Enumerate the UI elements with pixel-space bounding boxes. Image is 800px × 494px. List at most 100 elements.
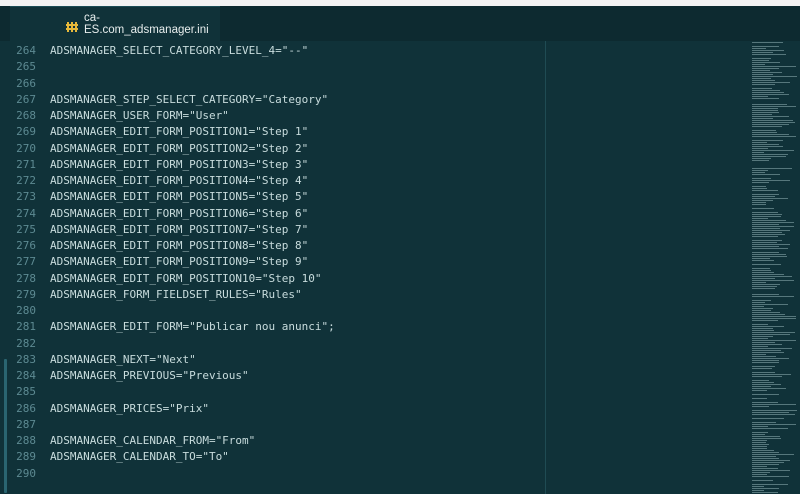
minimap-line (752, 468, 778, 469)
code-line[interactable]: ADSMANAGER_PREVIOUS="Previous" (50, 367, 249, 384)
minimap-line (752, 178, 771, 179)
minimap-line (752, 152, 764, 153)
minimap-line (752, 302, 765, 303)
code-line[interactable]: ADSMANAGER_SELECT_CATEGORY_LEVEL_4="--" (50, 42, 308, 59)
code-line[interactable]: ADSMANAGER_EDIT_FORM_POSITION2="Step 2" (50, 140, 308, 157)
minimap-line (752, 200, 773, 201)
line-number: 268 (16, 109, 36, 122)
minimap-line (752, 264, 781, 265)
minimap-line (752, 324, 768, 325)
code-text-area[interactable]: ADSMANAGER_SELECT_CATEGORY_LEVEL_4="--" A… (50, 41, 546, 494)
minimap[interactable] (752, 41, 800, 494)
minimap-line (752, 380, 769, 381)
minimap-line (752, 240, 782, 241)
minimap-line (752, 174, 780, 175)
code-line[interactable]: ADSMANAGER_FORM_FIELDSET_RULES="Rules" (50, 286, 302, 303)
minimap-line (752, 384, 781, 385)
minimap-line (752, 310, 771, 311)
minimap-line (752, 114, 772, 115)
file-tab[interactable]: ca-ES.com_adsmanager.ini (10, 6, 220, 41)
code-line[interactable]: ADSMANAGER_STEP_SELECT_CATEGORY="Categor… (50, 91, 328, 108)
minimap-line (752, 168, 792, 169)
minimap-line (752, 362, 779, 363)
minimap-line (752, 274, 784, 275)
code-line[interactable]: ADSMANAGER_USER_FORM="User" (50, 107, 229, 124)
code-line[interactable]: ADSMANAGER_EDIT_FORM_POSITION8="Step 8" (50, 237, 308, 254)
minimap-line (752, 252, 779, 253)
code-line[interactable]: ADSMANAGER_EDIT_FORM_POSITION4="Step 4" (50, 172, 308, 189)
minimap-line (752, 316, 796, 317)
minimap-line (752, 306, 764, 307)
minimap-line (752, 446, 767, 447)
minimap-line (752, 456, 776, 457)
code-line[interactable]: ADSMANAGER_NEXT="Next" (50, 351, 196, 368)
minimap-line (752, 436, 780, 437)
minimap-line (752, 236, 778, 237)
minimap-line (752, 76, 797, 77)
line-number: 273 (16, 190, 36, 204)
minimap-line (752, 428, 788, 429)
code-line[interactable]: ADSMANAGER_EDIT_FORM="Publicar nou anunc… (50, 318, 335, 335)
minimap-line (752, 328, 773, 329)
line-number: 279 (16, 287, 36, 301)
minimap-line (752, 142, 767, 143)
minimap-line (752, 58, 771, 59)
minimap-line (752, 358, 789, 359)
line-number: 285 (16, 385, 36, 399)
minimap-line (752, 462, 784, 463)
minimap-line (752, 106, 796, 107)
minimap-line (752, 348, 792, 349)
code-line[interactable]: ADSMANAGER_EDIT_FORM_POSITION1="Step 1" (50, 123, 308, 140)
line-number-gutter: 264 265 266 267 268 269 270 271 272 273 274 275 276 2… (0, 41, 42, 494)
minimap-line (752, 452, 779, 453)
minimap-line (752, 424, 796, 425)
minimap-line (752, 202, 766, 203)
minimap-line (752, 488, 779, 489)
line-number: 277 (16, 255, 36, 269)
code-line[interactable]: ADSMANAGER_CALENDAR_TO="To" (50, 448, 229, 465)
code-line[interactable]: ADSMANAGER_EDIT_FORM_POSITION10="Step 10… (50, 270, 322, 287)
minimap-line (752, 308, 773, 309)
minimap-line (752, 112, 779, 113)
editor-area[interactable]: 264 265 266 267 268 269 270 271 272 273 274 275 276 2… (0, 41, 800, 494)
minimap-line (752, 246, 779, 247)
minimap-line (752, 68, 779, 69)
minimap-line (752, 172, 765, 173)
minimap-line (752, 270, 771, 271)
minimap-line (752, 460, 790, 461)
minimap-line (752, 110, 778, 111)
minimap-line (752, 286, 777, 287)
minimap-line (752, 126, 782, 127)
minimap-line (752, 372, 775, 373)
code-line[interactable]: ADSMANAGER_EDIT_FORM_POSITION3="Step 3" (50, 156, 308, 173)
minimap-line (752, 186, 766, 187)
minimap-line (752, 318, 796, 319)
line-number: 276 (16, 239, 36, 252)
minimap-line (752, 444, 769, 445)
minimap-line (752, 208, 774, 209)
column-ruler (545, 41, 546, 494)
code-line[interactable]: ADSMANAGER_EDIT_FORM_POSITION9="Step 9" (50, 253, 308, 270)
code-line[interactable]: ADSMANAGER_EDIT_FORM_POSITION7="Step 7" (50, 221, 308, 238)
line-number: 265 (16, 60, 36, 74)
minimap-line (752, 94, 789, 95)
line-number: 266 (16, 76, 36, 90)
minimap-line (752, 442, 766, 443)
minimap-line (752, 458, 779, 459)
code-line[interactable]: ADSMANAGER_EDIT_FORM_POSITION6="Step 6" (50, 205, 308, 222)
minimap-line (752, 352, 784, 353)
minimap-line (752, 132, 777, 133)
code-line[interactable]: ADSMANAGER_PRICES="Prix" (50, 400, 209, 417)
minimap-line (752, 156, 786, 157)
minimap-line (752, 386, 771, 387)
minimap-line (752, 464, 779, 465)
minimap-line (752, 88, 772, 89)
code-line[interactable]: ADSMANAGER_EDIT_FORM_POSITION5="Step 5" (50, 188, 308, 205)
minimap-line (752, 346, 768, 347)
code-line[interactable]: ADSMANAGER_CALENDAR_FROM="From" (50, 432, 255, 449)
line-number: 278 (16, 271, 36, 285)
minimap-line (752, 388, 786, 389)
minimap-line (752, 136, 796, 137)
minimap-line (752, 216, 781, 217)
line-number: 282 (16, 336, 36, 350)
